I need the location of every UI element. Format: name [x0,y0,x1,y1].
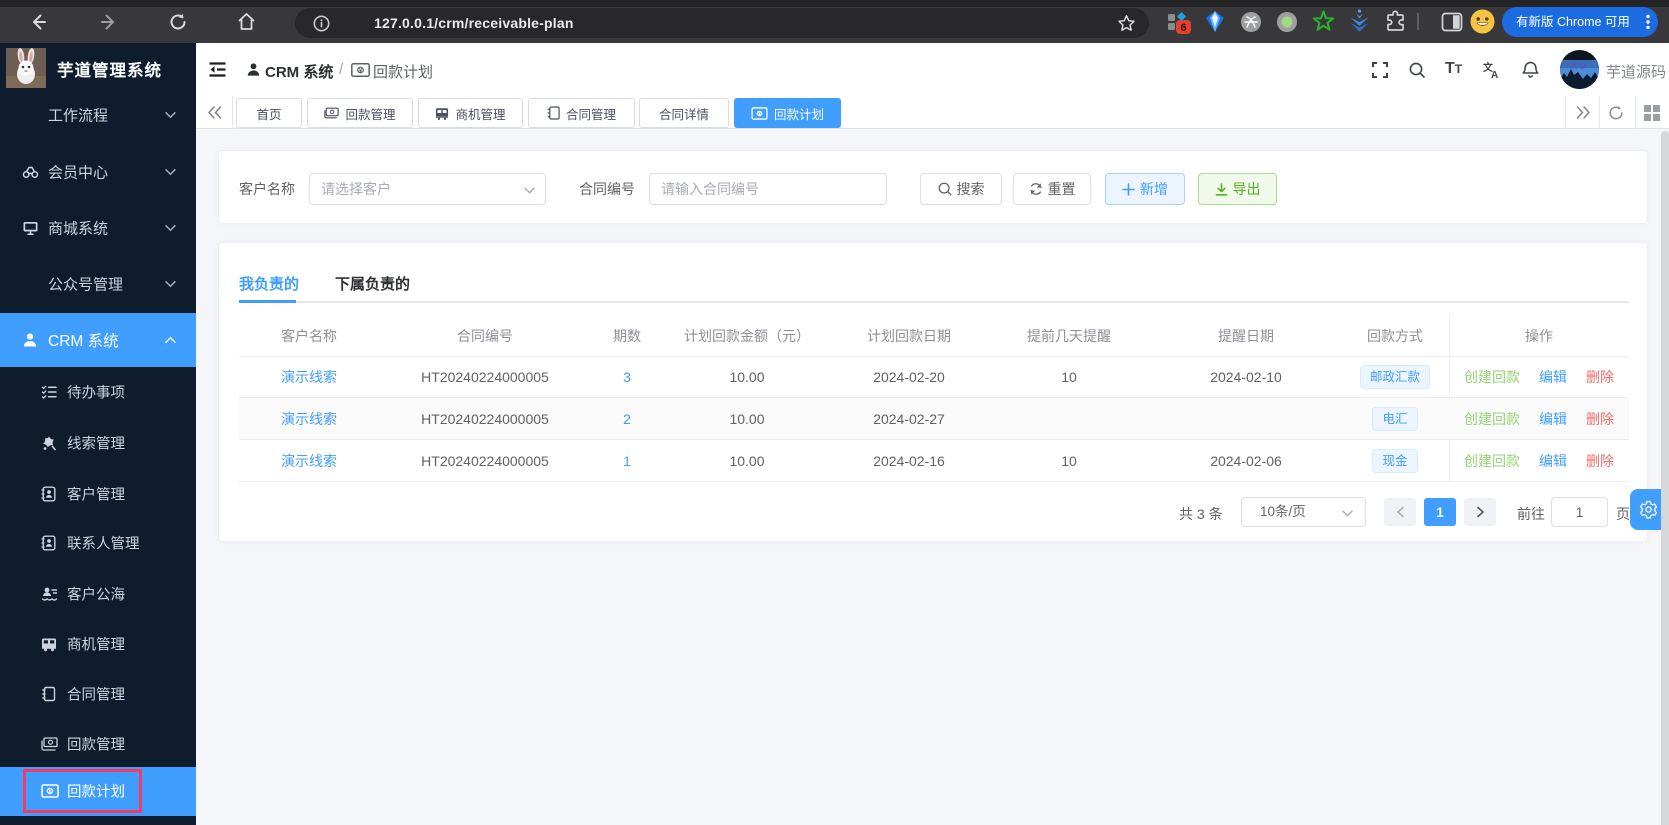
svg-text:A: A [1491,70,1498,79]
svg-text:6: 6 [1180,22,1186,34]
svg-text:文心: 文心 [1570,60,1586,70]
svg-text:¥: ¥ [359,68,363,74]
svg-text:¥: ¥ [758,111,761,117]
